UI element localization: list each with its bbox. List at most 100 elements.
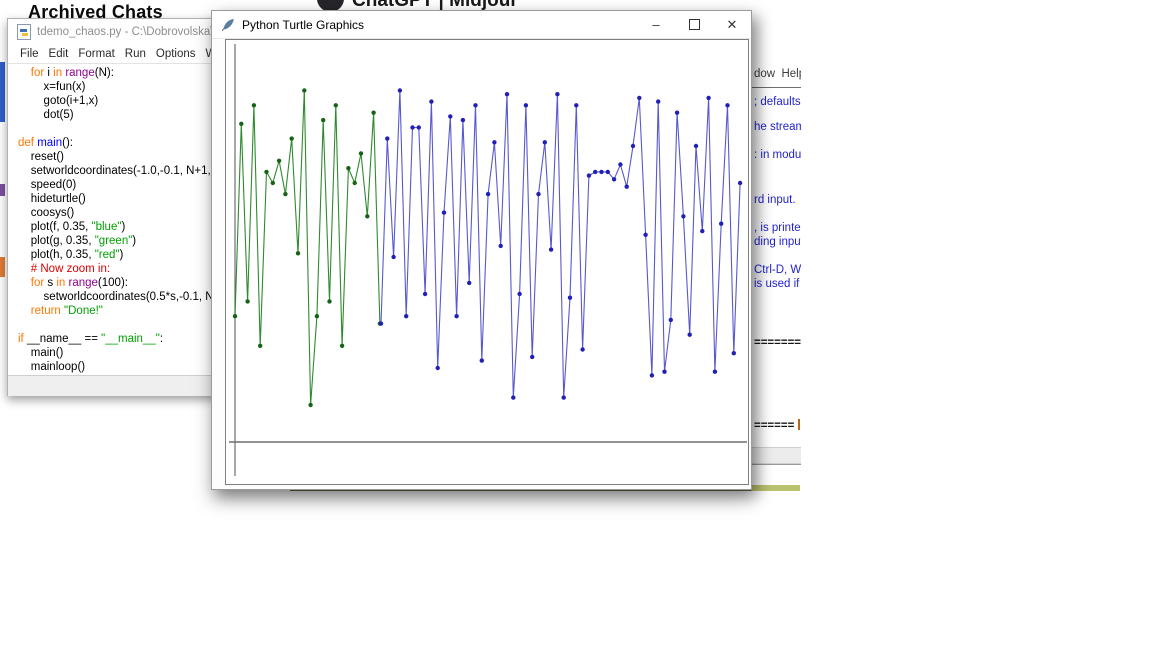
- data-point: [555, 92, 559, 96]
- data-point: [675, 111, 679, 115]
- shell-text-fragment: dow Help: [754, 68, 801, 80]
- text-cursor: [798, 419, 800, 430]
- data-point: [486, 192, 490, 196]
- data-point: [580, 347, 584, 351]
- shell-text-fragment: Ctrl-D, W: [754, 264, 801, 276]
- data-point: [296, 251, 300, 255]
- tk-feather-icon: [221, 18, 235, 32]
- data-point: [688, 333, 692, 337]
- data-point: [669, 318, 673, 322]
- menu-options[interactable]: Options: [151, 48, 201, 60]
- data-point: [568, 296, 572, 300]
- series-line: [235, 91, 380, 406]
- data-point: [662, 370, 666, 374]
- data-point: [239, 122, 243, 126]
- menu-edit[interactable]: Edit: [44, 48, 74, 60]
- data-point: [732, 351, 736, 355]
- series-line: [381, 91, 740, 398]
- data-point: [706, 96, 710, 100]
- shell-text-fragment: =======: [754, 337, 801, 349]
- data-point: [271, 181, 275, 185]
- data-point: [290, 136, 294, 140]
- shell-menubar-divider: [751, 87, 801, 88]
- data-point: [719, 222, 723, 226]
- data-point: [536, 192, 540, 196]
- data-point: [543, 140, 547, 144]
- data-point: [530, 355, 534, 359]
- data-point: [359, 151, 363, 155]
- data-point: [429, 99, 433, 103]
- edge-mark: [0, 184, 5, 196]
- data-point: [606, 170, 610, 174]
- minimize-button[interactable]: –: [637, 11, 675, 38]
- data-point: [404, 314, 408, 318]
- data-point: [321, 118, 325, 122]
- shell-window-partial: dow Help; defaultshe stream: in modulrd …: [750, 32, 801, 465]
- data-point: [391, 255, 395, 259]
- data-point: [417, 125, 421, 129]
- data-point: [631, 144, 635, 148]
- turtle-graphics-window: Python Turtle Graphics – ✕: [211, 10, 752, 490]
- data-point: [524, 103, 528, 107]
- turtle-window-title: Python Turtle Graphics: [242, 18, 364, 32]
- data-point: [499, 244, 503, 248]
- edge-mark: [0, 257, 5, 277]
- data-point: [264, 170, 268, 174]
- data-point: [461, 118, 465, 122]
- data-point: [517, 292, 521, 296]
- shell-text-fragment: , is printe: [754, 222, 801, 234]
- shell-text-fragment: ding input: [754, 236, 801, 248]
- data-point: [371, 111, 375, 115]
- data-point: [593, 170, 597, 174]
- data-point: [562, 395, 566, 399]
- data-point: [442, 210, 446, 214]
- data-point: [637, 96, 641, 100]
- data-point: [643, 233, 647, 237]
- turtle-canvas: [225, 39, 749, 485]
- data-point: [612, 177, 616, 181]
- data-point: [340, 344, 344, 348]
- shell-text-fragment: ======: [754, 419, 800, 432]
- data-point: [245, 299, 249, 303]
- data-point: [334, 103, 338, 107]
- data-point: [315, 314, 319, 318]
- data-point: [599, 170, 603, 174]
- data-point: [454, 314, 458, 318]
- data-point: [252, 103, 256, 107]
- data-point: [574, 103, 578, 107]
- data-point: [618, 162, 622, 166]
- data-point: [327, 299, 331, 303]
- data-point: [283, 192, 287, 196]
- menu-file[interactable]: File: [15, 48, 44, 60]
- data-point: [365, 214, 369, 218]
- data-point: [681, 214, 685, 218]
- python-file-icon: [17, 24, 31, 40]
- data-point: [587, 173, 591, 177]
- turtle-title-bar[interactable]: Python Turtle Graphics – ✕: [212, 11, 751, 39]
- menu-format[interactable]: Format: [73, 48, 119, 60]
- data-point: [511, 395, 515, 399]
- background-green-bar-light: [752, 485, 800, 491]
- data-point: [473, 103, 477, 107]
- data-point: [656, 99, 660, 103]
- data-point: [448, 114, 452, 118]
- data-point: [467, 281, 471, 285]
- data-point: [423, 292, 427, 296]
- data-point: [353, 181, 357, 185]
- data-point: [346, 166, 350, 170]
- data-point: [713, 370, 717, 374]
- data-point: [480, 358, 484, 362]
- data-point: [398, 88, 402, 92]
- close-button[interactable]: ✕: [713, 11, 751, 38]
- data-point: [277, 159, 281, 163]
- data-point: [258, 344, 262, 348]
- data-point: [379, 321, 383, 325]
- maximize-button[interactable]: [675, 11, 713, 38]
- shell-text-fragment: : in modul: [754, 149, 801, 161]
- data-point: [549, 247, 553, 251]
- menu-run[interactable]: Run: [120, 48, 151, 60]
- data-point: [308, 403, 312, 407]
- data-point: [725, 103, 729, 107]
- data-point: [505, 92, 509, 96]
- edge-mark: [0, 62, 5, 122]
